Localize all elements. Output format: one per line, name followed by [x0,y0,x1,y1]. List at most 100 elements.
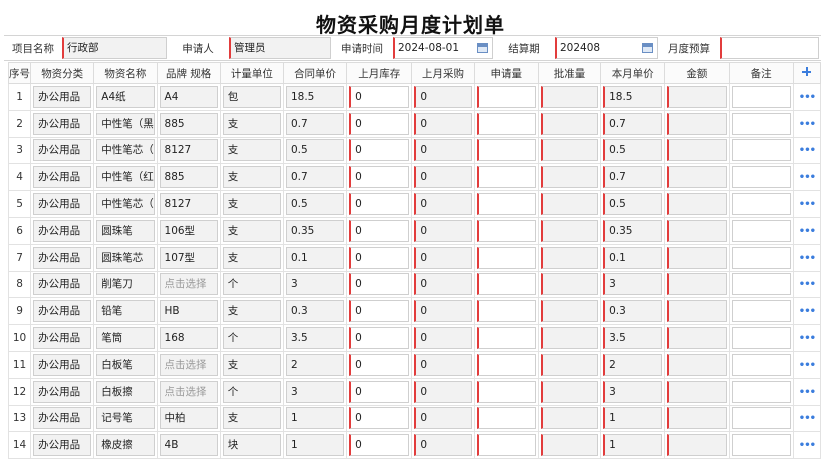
unit-cell[interactable]: 支 [222,246,281,269]
category-cell[interactable]: 办公用品 [33,193,92,216]
unit-cell[interactable]: 支 [222,139,281,162]
last-purchase-cell[interactable]: 0 [414,85,472,108]
more-dots-icon[interactable]: ••• [799,119,816,130]
more-dots-icon[interactable]: ••• [799,306,816,317]
approve-qty-cell[interactable] [540,380,599,403]
contract-price-cell[interactable]: 3 [285,380,345,403]
contract-price-cell[interactable]: 1 [285,434,345,457]
budget-field[interactable] [720,37,819,59]
note-input[interactable] [731,434,791,457]
note-input[interactable] [731,139,791,162]
category-cell[interactable]: 办公用品 [33,300,92,323]
approve-qty-cell[interactable] [540,353,599,376]
material-name-cell[interactable]: 中性笔芯（黑） [96,139,155,162]
note-input[interactable] [731,273,791,296]
unit-cell[interactable]: 个 [222,273,281,296]
apply-qty-input[interactable] [476,219,536,242]
spec-cell[interactable]: 点击选择 [159,353,218,376]
more-dots-icon[interactable]: ••• [799,413,816,424]
note-input[interactable] [731,380,791,403]
material-name-cell[interactable]: 笔筒 [96,327,155,350]
last-stock-input[interactable]: 0 [349,166,410,189]
note-input[interactable] [731,193,791,216]
spec-cell[interactable]: 点击选择 [159,380,218,403]
unit-cell[interactable]: 支 [222,219,281,242]
more-dots-icon[interactable]: ••• [799,387,816,398]
plus-icon[interactable] [802,67,812,76]
amount-cell[interactable] [667,166,727,189]
material-name-cell[interactable]: 中性笔（黑） [96,112,155,135]
apply-time-field[interactable]: 2024-08-01 [393,37,493,59]
month-price-cell[interactable]: 3.5 [603,327,663,350]
material-name-cell[interactable]: 白板笔 [96,353,155,376]
spec-cell[interactable]: 点击选择 [159,273,218,296]
apply-qty-input[interactable] [476,112,536,135]
apply-qty-input[interactable] [476,139,536,162]
apply-qty-input[interactable] [476,434,536,457]
last-stock-input[interactable]: 0 [349,193,410,216]
month-price-cell[interactable]: 0.35 [603,219,663,242]
month-price-cell[interactable]: 3 [603,273,663,296]
material-name-cell[interactable]: 圆珠笔芯 [96,246,155,269]
month-price-cell[interactable]: 0.1 [603,246,663,269]
amount-cell[interactable] [667,219,727,242]
note-input[interactable] [731,407,791,430]
last-purchase-cell[interactable]: 0 [414,353,472,376]
amount-cell[interactable] [667,273,727,296]
approve-qty-cell[interactable] [540,193,599,216]
unit-cell[interactable]: 支 [222,300,281,323]
category-cell[interactable]: 办公用品 [33,407,92,430]
spec-cell[interactable]: 885 [159,166,218,189]
category-cell[interactable]: 办公用品 [33,139,92,162]
spec-cell[interactable]: A4 [159,85,218,108]
approve-qty-cell[interactable] [540,273,599,296]
spec-cell[interactable]: 中柏 [159,407,218,430]
last-purchase-cell[interactable]: 0 [414,300,472,323]
contract-price-cell[interactable]: 18.5 [285,85,345,108]
apply-qty-input[interactable] [476,353,536,376]
more-dots-icon[interactable]: ••• [799,199,816,210]
last-purchase-cell[interactable]: 0 [414,193,472,216]
approve-qty-cell[interactable] [540,246,599,269]
last-stock-input[interactable]: 0 [349,407,410,430]
material-name-cell[interactable]: 中性笔（红） [96,166,155,189]
apply-qty-input[interactable] [476,273,536,296]
contract-price-cell[interactable]: 0.7 [285,112,345,135]
month-price-cell[interactable]: 1 [603,434,663,457]
month-price-cell[interactable]: 0.7 [603,112,663,135]
material-name-cell[interactable]: 白板擦 [96,380,155,403]
unit-cell[interactable]: 个 [222,327,281,350]
contract-price-cell[interactable]: 0.5 [285,139,345,162]
unit-cell[interactable]: 支 [222,193,281,216]
material-name-cell[interactable]: A4纸 [96,85,155,108]
last-stock-input[interactable]: 0 [349,139,410,162]
more-dots-icon[interactable]: ••• [799,279,816,290]
unit-cell[interactable]: 支 [222,166,281,189]
more-dots-icon[interactable]: ••• [799,92,816,103]
month-price-cell[interactable]: 0.3 [603,300,663,323]
apply-qty-input[interactable] [476,327,536,350]
spec-cell[interactable]: 107型 [159,246,218,269]
spec-cell[interactable]: 8127 [159,193,218,216]
note-input[interactable] [731,85,791,108]
unit-cell[interactable]: 支 [222,407,281,430]
last-purchase-cell[interactable]: 0 [414,407,472,430]
calendar-icon[interactable] [642,43,653,53]
approve-qty-cell[interactable] [540,219,599,242]
category-cell[interactable]: 办公用品 [33,219,92,242]
contract-price-cell[interactable]: 2 [285,353,345,376]
contract-price-cell[interactable]: 0.35 [285,219,345,242]
category-cell[interactable]: 办公用品 [33,273,92,296]
applicant-field[interactable]: 管理员 [229,37,331,59]
last-stock-input[interactable]: 0 [349,112,410,135]
material-name-cell[interactable]: 圆珠笔 [96,219,155,242]
last-stock-input[interactable]: 0 [349,327,410,350]
month-price-cell[interactable]: 2 [603,353,663,376]
last-purchase-cell[interactable]: 0 [414,273,472,296]
month-price-cell[interactable]: 0.7 [603,166,663,189]
category-cell[interactable]: 办公用品 [33,327,92,350]
unit-cell[interactable]: 块 [222,434,281,457]
contract-price-cell[interactable]: 0.3 [285,300,345,323]
approve-qty-cell[interactable] [540,166,599,189]
spec-cell[interactable]: 4B [159,434,218,457]
